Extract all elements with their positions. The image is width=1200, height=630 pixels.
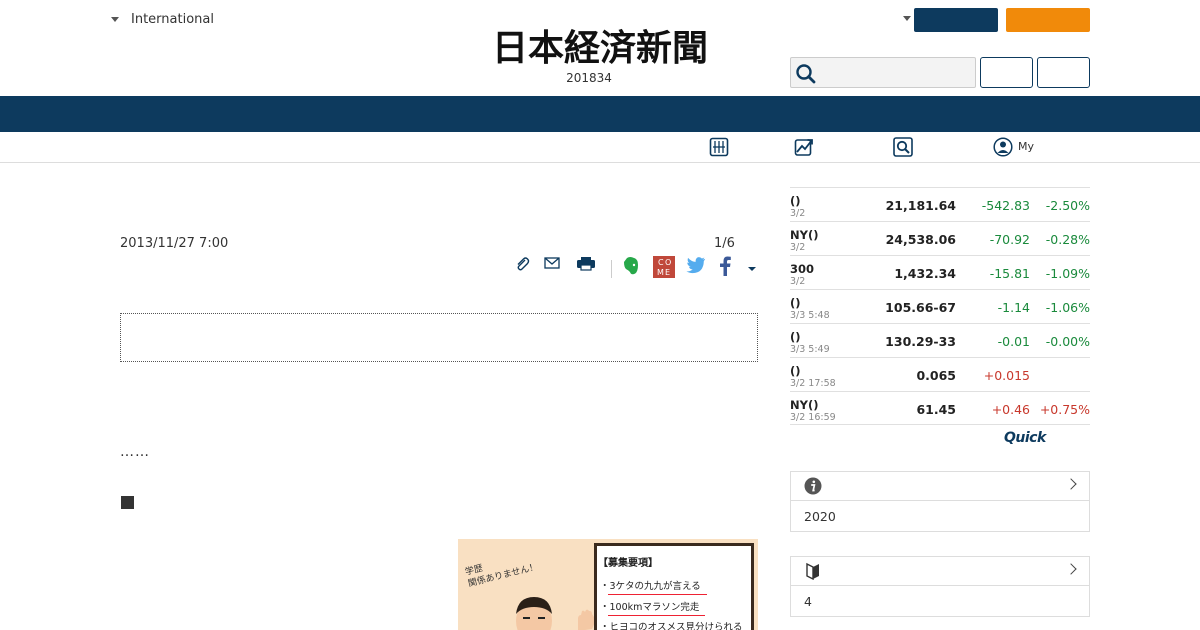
ad-bubble-text: 学歴 関係ありません！	[464, 551, 539, 591]
ad-item-2: ・100kmマラソン完走	[600, 599, 706, 616]
market-change: -0.01	[997, 334, 1030, 349]
svg-text:O: O	[665, 258, 671, 267]
market-change: -70.92	[989, 232, 1030, 247]
market-date: 3/2	[790, 242, 806, 253]
market-row[interactable]: NY() 3/2 24,538.06 -70.92 -0.28%	[790, 221, 1090, 255]
svg-text:E: E	[665, 268, 670, 277]
ad-panel-title: 【募集要項】	[598, 558, 658, 569]
market-value: 0.065	[916, 368, 956, 383]
market-row[interactable]: () 3/3 5:48 105.66-67 -1.14 -1.06%	[790, 289, 1090, 323]
evernote-icon[interactable]	[622, 256, 640, 276]
side-card-text[interactable]: 4	[804, 594, 812, 609]
market-change: -15.81	[989, 266, 1030, 281]
market-name: ()	[790, 330, 801, 344]
article-highlight-box	[120, 313, 758, 362]
market-row[interactable]: () 3/2 17:58 0.065 +0.015	[790, 357, 1090, 391]
info-icon	[804, 477, 822, 495]
market-percent: -1.09%	[1045, 266, 1090, 281]
ad-item-1: ・3ケタの九九が言える	[600, 578, 707, 595]
illustration-man-figure	[516, 597, 552, 630]
market-percent: +0.75%	[1039, 402, 1090, 417]
market-name: ()	[790, 364, 801, 378]
edition-label: International	[131, 12, 214, 27]
market-name: 300	[790, 262, 815, 276]
market-name: ()	[790, 296, 801, 310]
market-value: 24,538.06	[885, 232, 956, 247]
market-change: +0.46	[991, 402, 1030, 417]
ad-item-3: ・ヒヨコのオスメス見分けられる	[600, 619, 743, 630]
logo-subtitle: 201834	[566, 71, 612, 85]
market-chart-icon[interactable]	[794, 137, 814, 157]
account-caret-icon[interactable]	[903, 16, 911, 21]
my-label[interactable]: My	[1018, 140, 1034, 153]
clip-icon[interactable]	[514, 256, 530, 272]
article-ellipsis-text: ……	[120, 444, 150, 460]
market-date: 3/2	[790, 276, 806, 287]
market-row[interactable]: 300 3/2 1,432.34 -15.81 -1.09%	[790, 255, 1090, 289]
beginner-mark-icon	[806, 562, 819, 580]
section-bullet-square	[121, 496, 134, 509]
login-button[interactable]	[914, 8, 998, 32]
market-row[interactable]: () 3/3 5:49 130.29-33 -0.01 -0.00%	[790, 323, 1090, 357]
market-change: -542.83	[981, 198, 1030, 213]
market-change: +0.015	[983, 368, 1030, 383]
comemo-icon[interactable]: C O M E	[653, 256, 675, 278]
chevron-right-icon	[1065, 563, 1077, 575]
market-date: 3/3 5:49	[790, 344, 830, 355]
market-percent: -0.00%	[1045, 334, 1090, 349]
svg-text:C: C	[658, 258, 664, 267]
search-input[interactable]	[790, 57, 976, 88]
market-value: 1,432.34	[894, 266, 956, 281]
mail-icon[interactable]	[544, 256, 560, 270]
twitter-icon[interactable]	[686, 256, 706, 274]
article-date: 2013/11/27 7:00	[120, 236, 229, 251]
market-percent: -1.06%	[1045, 300, 1090, 315]
side-card-info[interactable]: 2020	[790, 471, 1090, 532]
side-card-header[interactable]	[791, 472, 1089, 501]
market-name: ()	[790, 194, 801, 208]
market-date: 3/2 17:58	[790, 378, 836, 389]
market-percent: -0.28%	[1045, 232, 1090, 247]
search-box-icon[interactable]	[893, 137, 913, 157]
market-value: 21,181.64	[885, 198, 956, 213]
market-value: 105.66-67	[885, 300, 956, 315]
share-divider	[611, 260, 612, 278]
subscribe-button[interactable]	[1006, 8, 1090, 32]
market-name: NY()	[790, 228, 819, 242]
quick-logo[interactable]: Quick	[1004, 430, 1046, 446]
newspaper-viewer-icon[interactable]	[709, 137, 729, 157]
chevron-right-icon	[1065, 478, 1077, 490]
page-count: 1/6	[714, 236, 735, 251]
article-illustration: 学歴 関係ありません！ 【募集要項】 ・3ケタの九九が言える ・100kmマラソ…	[458, 539, 758, 630]
more-share-caret-icon[interactable]	[747, 256, 757, 276]
side-card-header[interactable]	[791, 557, 1089, 586]
market-value: 61.45	[916, 402, 956, 417]
header-button-1[interactable]	[980, 57, 1033, 88]
facebook-icon[interactable]	[719, 256, 731, 276]
side-card-text[interactable]: 2020	[804, 509, 836, 524]
market-change: -1.14	[997, 300, 1030, 315]
dropdown-caret-icon	[111, 17, 119, 22]
print-icon[interactable]	[576, 256, 596, 272]
market-row[interactable]: NY() 3/2 16:59 61.45 +0.46 +0.75%	[790, 391, 1090, 425]
nikkei-logo[interactable]: 日本経済新聞	[452, 28, 748, 66]
edition-selector[interactable]: International	[111, 12, 214, 27]
market-value: 130.29-33	[885, 334, 956, 349]
user-profile-icon[interactable]	[993, 137, 1013, 157]
main-navbar	[0, 96, 1200, 132]
market-row[interactable]: () 3/2 21,181.64 -542.83 -2.50%	[790, 187, 1090, 221]
market-date: 3/2	[790, 208, 806, 219]
sub-navigation: My	[0, 132, 1200, 163]
side-card-beginner[interactable]: 4	[790, 556, 1090, 617]
market-date: 3/2 16:59	[790, 412, 836, 423]
header-button-2[interactable]	[1037, 57, 1090, 88]
search-icon	[796, 64, 816, 84]
market-percent: -2.50%	[1045, 198, 1090, 213]
svg-text:M: M	[657, 268, 664, 277]
market-name: NY()	[790, 398, 819, 412]
market-date: 3/3 5:48	[790, 310, 830, 321]
logo-text: 日本経済新聞	[492, 28, 708, 66]
market-table: () 3/2 21,181.64 -542.83 -2.50% NY() 3/2…	[790, 187, 1090, 425]
